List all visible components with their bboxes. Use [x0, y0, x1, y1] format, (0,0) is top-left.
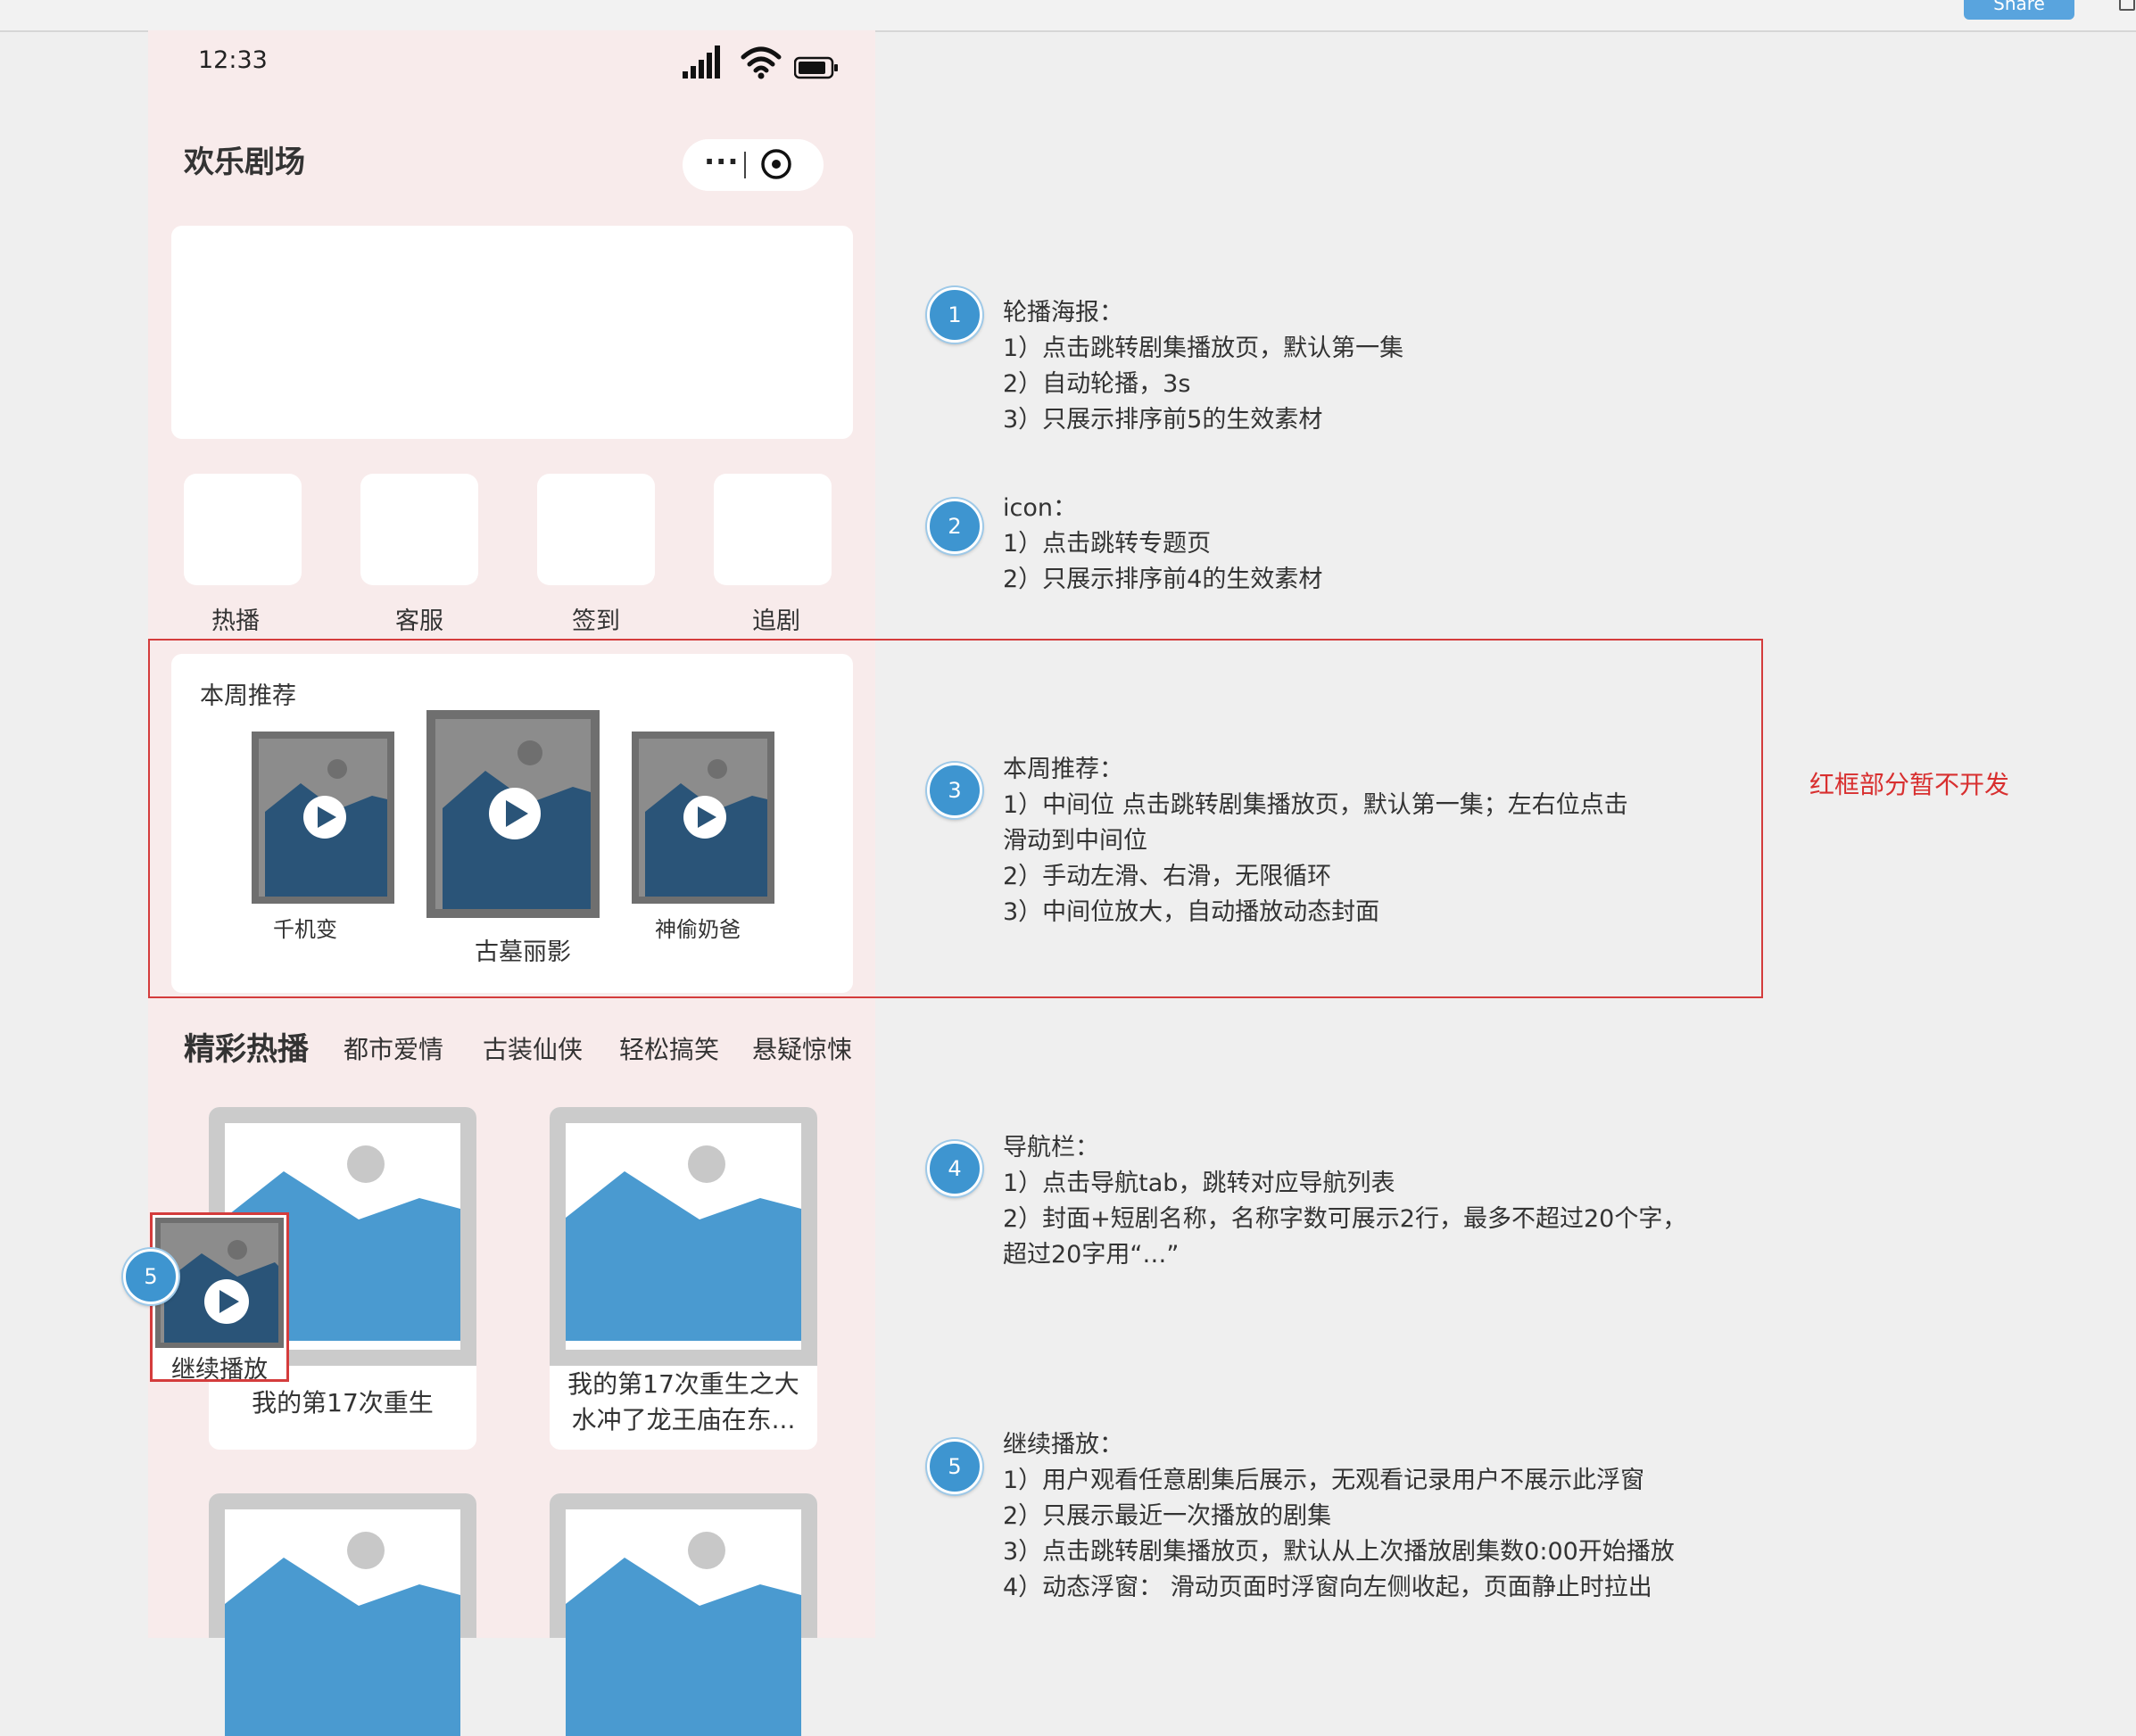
annotation-note-3: 本周推荐： 1）中间位 点击跳转剧集播放页，默认第一集；左右位点击 滑动到中间位… — [1003, 752, 1628, 930]
drama-card-title: 我的第17次重生 — [252, 1388, 434, 1418]
icon-tile-checkin[interactable] — [537, 474, 655, 585]
top-toolbar: Share — [0, 0, 2136, 32]
app-title: 欢乐剧场 — [184, 145, 305, 180]
note-line: 导航栏： — [1003, 1134, 1099, 1161]
note-line: 2）自动轮播，3s — [1003, 370, 1191, 398]
capsule-divider — [744, 152, 746, 178]
hot-section-title: 精彩热播 — [184, 1032, 310, 1068]
cover-placeholder — [550, 1493, 817, 1736]
note-line: 2）手动左滑、右滑，无限循环 — [1003, 863, 1332, 890]
continue-play-float[interactable]: 继续播放 — [150, 1212, 289, 1384]
annotation-badge-3: 3 — [927, 763, 982, 818]
tab-suspense[interactable]: 悬疑惊悚 — [752, 1030, 852, 1066]
icon-label-service: 客服 — [395, 608, 443, 635]
drama-card-title-line1: 我的第17次重生之大 — [567, 1369, 799, 1399]
annotation-badge-1: 1 — [927, 287, 982, 343]
share-button[interactable]: Share — [1964, 0, 2074, 20]
image-placeholder-icon — [225, 1509, 460, 1736]
icon-tile-follow[interactable] — [714, 474, 832, 585]
note-line: 轮播海报： — [1003, 299, 1123, 327]
drama-card[interactable] — [550, 1493, 817, 1736]
note-line: 3）只展示排序前5的生效素材 — [1003, 406, 1323, 434]
wifi-icon — [741, 46, 782, 79]
note-line: 1）中间位 点击跳转剧集播放页，默认第一集；左右位点击 — [1003, 791, 1628, 819]
tab-comedy[interactable]: 轻松搞笑 — [619, 1030, 719, 1066]
image-placeholder-icon — [566, 1509, 801, 1736]
note-line: 2）只展示最近一次播放的剧集 — [1003, 1502, 1332, 1530]
note-line: 3）点击跳转剧集播放页，默认从上次播放剧集数0:00开始播放 — [1003, 1538, 1675, 1566]
close-target-icon[interactable] — [760, 148, 792, 180]
annotation-note-5: 继续播放： 1）用户观看任意剧集后展示，无观看记录用户不展示此浮窗 2）只展示最… — [1003, 1427, 1675, 1606]
annotation-badge-4: 4 — [927, 1141, 982, 1196]
note-line: 1）用户观看任意剧集后展示，无观看记录用户不展示此浮窗 — [1003, 1467, 1645, 1494]
annotation-note-1: 轮播海报： 1）点击跳转剧集播放页，默认第一集 2）自动轮播，3s 3）只展示排… — [1003, 295, 1403, 438]
status-time: 12:33 — [198, 46, 268, 74]
annotation-badge-5: 5 — [927, 1439, 982, 1494]
note-line: 滑动到中间位 — [1003, 827, 1147, 855]
signal-icon — [683, 45, 720, 79]
carousel-banner[interactable] — [171, 226, 853, 439]
tab-urban-romance[interactable]: 都市爱情 — [344, 1030, 443, 1066]
cover-placeholder — [209, 1493, 476, 1736]
continue-play-label: 继续播放 — [171, 1356, 268, 1384]
more-icon[interactable]: ··· — [704, 145, 739, 178]
window-icon[interactable] — [2119, 0, 2135, 11]
note-line: 1）点击跳转专题页 — [1003, 530, 1212, 558]
icon-label-hot: 热播 — [211, 608, 260, 635]
not-in-scope-note: 红框部分暂不开发 — [1809, 770, 2010, 799]
note-line: icon： — [1003, 494, 1077, 522]
icon-label-follow: 追剧 — [752, 608, 800, 635]
note-line: 4）动态浮窗： 滑动页面时浮窗向左侧收起，页面静止时拉出 — [1003, 1574, 1652, 1601]
drama-card[interactable] — [209, 1493, 476, 1736]
annotation-badge-5-floating: 5 — [123, 1249, 178, 1304]
drama-card-title-line2: 水冲了龙王庙在东... — [571, 1405, 796, 1434]
cover-placeholder — [550, 1107, 817, 1366]
icon-tile-service[interactable] — [360, 474, 478, 585]
tab-costume-fantasy[interactable]: 古装仙侠 — [483, 1030, 583, 1066]
note-line: 1）点击跳转剧集播放页，默认第一集 — [1003, 335, 1404, 362]
note-line: 本周推荐： — [1003, 756, 1123, 783]
icon-tile-hot[interactable] — [184, 474, 302, 585]
note-line: 超过20字用“…” — [1003, 1241, 1180, 1269]
icon-label-checkin: 签到 — [572, 608, 620, 635]
mini-program-capsule: ··· — [683, 139, 824, 191]
note-line: 3）中间位放大，自动播放动态封面 — [1003, 898, 1380, 926]
note-line: 2）只展示排序前4的生效素材 — [1003, 566, 1323, 593]
note-line: 1）点击导航tab，跳转对应导航列表 — [1003, 1170, 1395, 1197]
note-line: 继续播放： — [1003, 1431, 1123, 1459]
image-placeholder-icon — [566, 1123, 801, 1350]
battery-icon — [794, 56, 838, 79]
annotation-badge-2: 2 — [927, 499, 982, 554]
annotation-note-4: 导航栏： 1）点击导航tab，跳转对应导航列表 2）封面+短剧名称，名称字数可展… — [1003, 1130, 1686, 1273]
annotation-note-2: icon： 1）点击跳转专题页 2）只展示排序前4的生效素材 — [1003, 491, 1322, 598]
note-line: 2）封面+短剧名称，名称字数可展示2行，最多不超过20个字， — [1003, 1205, 1687, 1233]
